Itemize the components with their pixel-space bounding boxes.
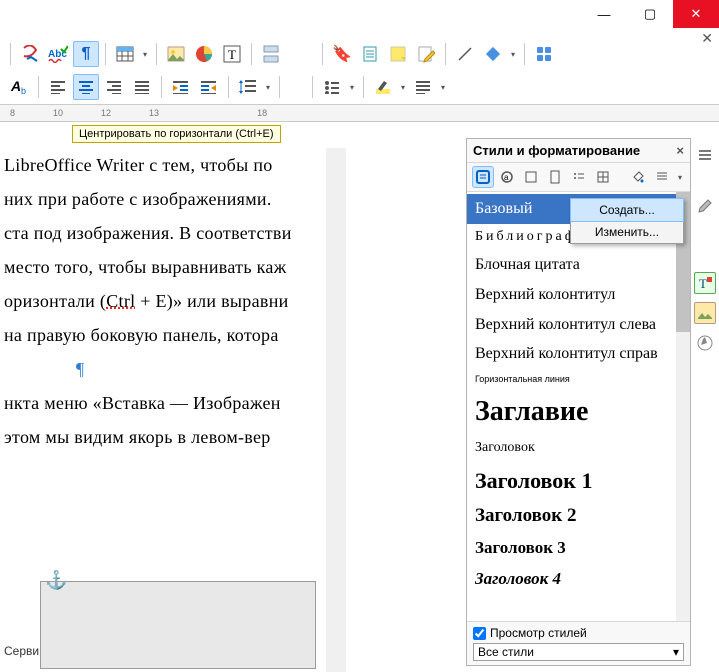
doc-line[interactable]: ста под изображения. В соответстви <box>0 216 326 250</box>
ruler-tick: 12 <box>101 108 111 118</box>
sidebar-gallery-icon[interactable] <box>694 302 716 324</box>
doc-line[interactable]: них при работе с изображениями. <box>0 182 326 216</box>
spellcheck-icon[interactable] <box>17 41 43 67</box>
context-menu: Создать... Изменить... <box>570 198 684 244</box>
style-row[interactable]: Заголовок 4 <box>467 564 690 595</box>
style-row[interactable]: Верхний колонтитул справ <box>467 339 690 369</box>
titlebar: — ▢ ✕ <box>0 0 719 28</box>
doc-line[interactable]: оризонтали (Ctrl + E)» или выравни <box>0 284 326 318</box>
panel-toolbar: a ▾ <box>467 163 690 192</box>
fill-format-button[interactable] <box>627 166 649 188</box>
svg-text:T: T <box>699 276 707 291</box>
ruler-tick: 8 <box>10 108 15 118</box>
style-row[interactable]: Заголовок 3 <box>467 533 690 564</box>
doc-line[interactable]: этом мы видим якорь в левом-вер <box>0 420 326 454</box>
style-row[interactable]: Верхний колонтитул слева <box>467 310 690 340</box>
minimize-button[interactable]: — <box>581 0 627 28</box>
maximize-button[interactable]: ▢ <box>627 0 673 28</box>
indent-decrease-button[interactable] <box>196 74 222 100</box>
line-button[interactable] <box>452 41 478 67</box>
pilcrow-button[interactable]: ¶ <box>73 41 99 67</box>
image-frame[interactable]: ⚓ <box>40 581 316 669</box>
doc-line[interactable]: на правую боковую панель, котора <box>0 318 326 352</box>
preview-label: Просмотр стилей <box>490 626 587 640</box>
toolbar-formatting: Ab ▾ ▾ ▾ ▾ <box>0 71 719 104</box>
sidebar-properties-icon[interactable] <box>694 194 716 216</box>
document-area[interactable]: LibreOffice Writer с тем, чтобы по них п… <box>0 148 326 672</box>
page-styles-tab[interactable] <box>544 166 566 188</box>
ruler[interactable]: 8 10 12 13 18 <box>0 104 719 122</box>
sidebar-navigator-icon[interactable] <box>694 332 716 354</box>
preview-checkbox-input[interactable] <box>473 627 486 640</box>
style-row[interactable]: Заголовок 2 <box>467 499 690 533</box>
field-button[interactable] <box>357 41 383 67</box>
tooltip: Центрировать по горизонтали (Ctrl+E) <box>72 125 281 143</box>
sidebar-styles-icon[interactable]: T <box>694 272 716 294</box>
bookmark-button[interactable]: 🔖 <box>329 41 355 67</box>
char-styles-tab[interactable]: a <box>496 166 518 188</box>
frame-styles-tab[interactable] <box>520 166 542 188</box>
style-row[interactable]: Заголовок 1 <box>467 462 690 500</box>
sidebar: T <box>691 138 719 672</box>
sticky-note-button[interactable] <box>385 41 411 67</box>
grid-button[interactable] <box>531 41 557 67</box>
sidebar-settings-icon[interactable] <box>694 144 716 166</box>
doc-line[interactable]: ¶ <box>0 352 326 386</box>
doc-line[interactable]: нкта меню «Вставка — Изображен <box>0 386 326 420</box>
svg-text:a: a <box>504 173 509 182</box>
context-modify[interactable]: Изменить... <box>571 221 683 243</box>
filter-select[interactable]: Все стили▾ <box>473 643 684 661</box>
new-style-button[interactable] <box>651 166 673 188</box>
svg-text:A: A <box>10 78 21 94</box>
anchor-icon[interactable]: ⚓ <box>45 570 67 591</box>
toolbar-standard: Abc ¶ ▾ T 🔖 ▾ <box>0 38 719 71</box>
paragraph-styles-tab[interactable] <box>472 166 494 188</box>
chart-button[interactable] <box>191 41 217 67</box>
edit-doc-button[interactable] <box>413 41 439 67</box>
ruler-tick: 18 <box>257 108 267 118</box>
context-create[interactable]: Создать... <box>570 198 684 222</box>
preview-checkbox[interactable]: Просмотр стилей <box>473 626 684 640</box>
ruler-tick: 10 <box>53 108 63 118</box>
doc-line[interactable]: LibreOffice Writer с тем, чтобы по <box>0 148 326 182</box>
shape-button[interactable] <box>480 41 506 67</box>
line-spacing-button[interactable] <box>235 74 261 100</box>
bullets-button[interactable] <box>319 74 345 100</box>
style-row[interactable]: Верхний колонтитул <box>467 280 690 310</box>
status-fragment: Серви <box>4 644 39 658</box>
textbox-button[interactable]: T <box>219 41 245 67</box>
table-button[interactable] <box>112 41 138 67</box>
panel-close-button[interactable]: × <box>676 143 684 158</box>
paragraph-opts-button[interactable] <box>410 74 436 100</box>
autocheck-icon[interactable]: Abc <box>45 41 71 67</box>
style-row[interactable]: Горизонтальная линия <box>467 369 690 389</box>
style-row[interactable]: Блочная цитата <box>467 250 690 280</box>
highlight-button[interactable] <box>370 74 396 100</box>
pagebreak-button[interactable] <box>258 41 284 67</box>
align-center-button[interactable] <box>73 74 99 100</box>
svg-text:T: T <box>228 47 236 62</box>
image-button[interactable] <box>163 41 189 67</box>
align-left-button[interactable] <box>45 74 71 100</box>
doc-line[interactable]: место того, чтобы выравнивать каж <box>0 250 326 284</box>
svg-text:b: b <box>21 86 26 96</box>
ruler-tick: 13 <box>149 108 159 118</box>
style-row[interactable]: Заглавие <box>467 389 690 435</box>
style-row[interactable]: Заголовок <box>467 435 690 462</box>
close-doc-button[interactable]: ✕ <box>701 30 713 47</box>
font-color-button[interactable]: Ab <box>6 74 32 100</box>
align-right-button[interactable] <box>101 74 127 100</box>
indent-increase-button[interactable] <box>168 74 194 100</box>
style-list[interactable]: БазовыйБиблиографияБлочная цитатаВерхний… <box>467 192 690 621</box>
align-justify-button[interactable] <box>129 74 155 100</box>
list-styles-tab[interactable] <box>568 166 590 188</box>
close-button[interactable]: ✕ <box>673 0 719 28</box>
panel-title: Стили и форматирование <box>473 143 640 158</box>
table-styles-tab[interactable] <box>592 166 614 188</box>
